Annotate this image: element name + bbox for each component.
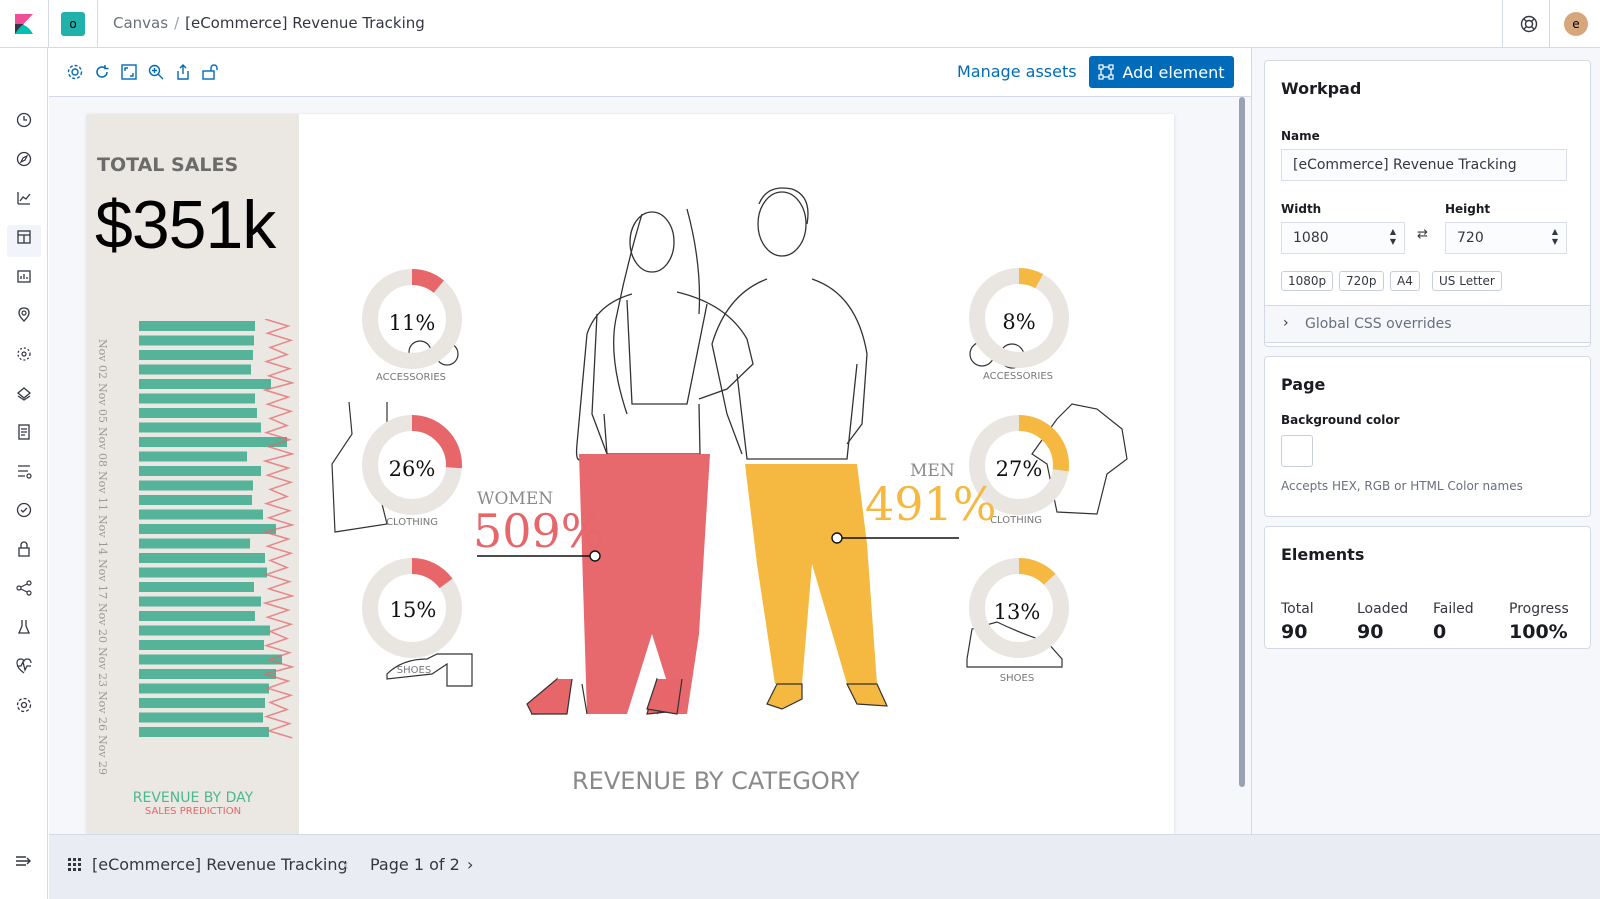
workpad-page[interactable]: TOTAL SALES $351k Nov 02 Nov 05 Nov 08 Nov … [87, 114, 1174, 834]
settings-icon[interactable] [66, 63, 84, 81]
security-icon[interactable] [14, 539, 34, 559]
add-element-button[interactable]: Add element [1089, 56, 1234, 88]
workpad-panel: Workpad Name [eCommerce] Revenue Trackin… [1264, 60, 1591, 347]
maps-icon[interactable] [14, 305, 34, 325]
unlock-icon[interactable] [201, 63, 219, 81]
page-panel: Page Background color Accepts HEX, RGB o… [1264, 356, 1591, 517]
width-stepper-icon[interactable]: ▲ ▼ [1390, 227, 1396, 247]
apm-icon[interactable] [14, 461, 34, 481]
collapse-nav-icon[interactable] [14, 852, 34, 870]
women-clothing-pct: 26% [388, 457, 436, 481]
workarea-scrollbar[interactable] [1239, 97, 1245, 787]
global-css-overrides-toggle[interactable]: › Global CSS overrides [1265, 305, 1590, 343]
stat-loaded: Loaded 90 [1357, 601, 1409, 643]
women-shoes-pct: 15% [389, 598, 437, 622]
visualize-icon[interactable] [14, 188, 34, 208]
preset-1080p-button[interactable]: 1080p [1281, 271, 1334, 291]
women-percentage: 509% [473, 504, 605, 558]
men-accessories-label: ACCESSORIES [982, 371, 1054, 382]
manage-assets-button[interactable]: Manage assets [957, 62, 1077, 81]
stat-total: Total 90 [1281, 601, 1314, 643]
help-icon[interactable] [1519, 14, 1539, 34]
swap-dimensions-icon[interactable]: ⇄ [1417, 227, 1428, 242]
women-accessories-label: ACCESSORIES [375, 372, 447, 383]
fullscreen-icon[interactable] [120, 63, 138, 81]
user-avatar[interactable]: e [1564, 12, 1588, 36]
header-divider [48, 0, 49, 48]
background-color-help: Accepts HEX, RGB or HTML Color names [1281, 479, 1523, 493]
space-avatar[interactable]: o [61, 12, 85, 36]
logs-icon[interactable] [14, 422, 34, 442]
men-shoes-label: SHOES [999, 673, 1035, 684]
header-divider [97, 0, 98, 48]
canvas-workarea: TOTAL SALES $351k Nov 02 Nov 05 Nov 08 Nov … [49, 97, 1251, 834]
grid-icon[interactable] [68, 858, 82, 872]
name-label: Name [1281, 129, 1320, 143]
clock-icon[interactable] [14, 110, 34, 130]
previous-page-icon[interactable]: ‹ [343, 855, 349, 874]
canvas-toolbar: Manage assets Add element [49, 48, 1251, 97]
men-shoes-pct: 13% [993, 600, 1041, 624]
height-label: Height [1445, 202, 1491, 216]
add-element-icon [1098, 64, 1115, 80]
men-accessories-pct: 8% [1002, 310, 1036, 334]
preset-a4-button[interactable]: A4 [1390, 271, 1420, 291]
dashboard-icon[interactable] [14, 227, 34, 247]
width-label: Width [1281, 202, 1322, 216]
kibana-logo-icon[interactable] [12, 12, 36, 36]
preset-720p-button[interactable]: 720p [1339, 271, 1384, 291]
header-divider [1502, 0, 1503, 48]
workpad-sidebar: Workpad Name [eCommerce] Revenue Trackin… [1251, 48, 1600, 834]
top-header: o Canvas / [eCommerce] Revenue Tracking e [0, 0, 1600, 48]
share-icon[interactable] [174, 63, 192, 81]
graph-icon[interactable] [14, 578, 34, 598]
workpad-name-input[interactable]: [eCommerce] Revenue Tracking [1281, 149, 1567, 181]
zoom-icon[interactable] [147, 63, 165, 81]
width-input[interactable]: 1080 ▲ ▼ [1281, 222, 1405, 254]
breadcrumb-current: [eCommerce] Revenue Tracking [185, 14, 425, 32]
height-input[interactable]: 720 ▲ ▼ [1445, 222, 1567, 254]
workpad-title[interactable]: [eCommerce] Revenue Tracking [92, 855, 348, 874]
uptime-icon[interactable] [14, 500, 34, 520]
page-manager-bar: [eCommerce] Revenue Tracking ‹ Page 1 of… [49, 834, 1600, 899]
height-stepper-icon[interactable]: ▲ ▼ [1552, 227, 1558, 247]
infrastructure-icon[interactable] [14, 383, 34, 403]
stat-failed: Failed 0 [1433, 601, 1474, 643]
breadcrumb-separator: / [174, 14, 180, 32]
women-accessories-pct: 11% [388, 311, 436, 335]
header-divider [1549, 0, 1550, 48]
background-color-label: Background color [1281, 413, 1400, 427]
compass-icon[interactable] [14, 149, 34, 169]
chevron-right-icon: › [1283, 315, 1289, 331]
management-icon[interactable] [14, 695, 34, 715]
page-title-heading: Page [1281, 375, 1326, 394]
ml-icon[interactable] [14, 344, 34, 364]
canvas-icon[interactable] [14, 266, 34, 286]
background-color-swatch[interactable] [1281, 435, 1313, 467]
preset-us-letter-button[interactable]: US Letter [1432, 271, 1502, 291]
monitoring-icon[interactable] [14, 656, 34, 676]
elements-panel: Elements Total 90 Loaded 90 Failed 0 Progre… [1264, 526, 1591, 649]
men-percentage: 491% [865, 477, 997, 531]
dev-tools-icon[interactable] [14, 617, 34, 637]
refresh-icon[interactable] [93, 63, 111, 81]
workpad-title-heading: Workpad [1281, 79, 1362, 98]
next-page-icon[interactable]: › [467, 855, 473, 874]
page-indicator[interactable]: Page 1 of 2 [370, 855, 460, 874]
women-clothing-label: CLOTHING [386, 517, 438, 528]
stat-progress: Progress 100% [1509, 601, 1569, 643]
women-shoes-label: SHOES [396, 665, 432, 676]
breadcrumb-canvas[interactable]: Canvas [113, 14, 168, 32]
add-element-label: Add element [1122, 62, 1225, 82]
elements-title-heading: Elements [1281, 545, 1365, 564]
side-navigation [0, 48, 48, 899]
revenue-by-category-title: REVENUE BY CATEGORY [572, 767, 860, 795]
breadcrumb: Canvas / [eCommerce] Revenue Tracking [113, 14, 425, 32]
